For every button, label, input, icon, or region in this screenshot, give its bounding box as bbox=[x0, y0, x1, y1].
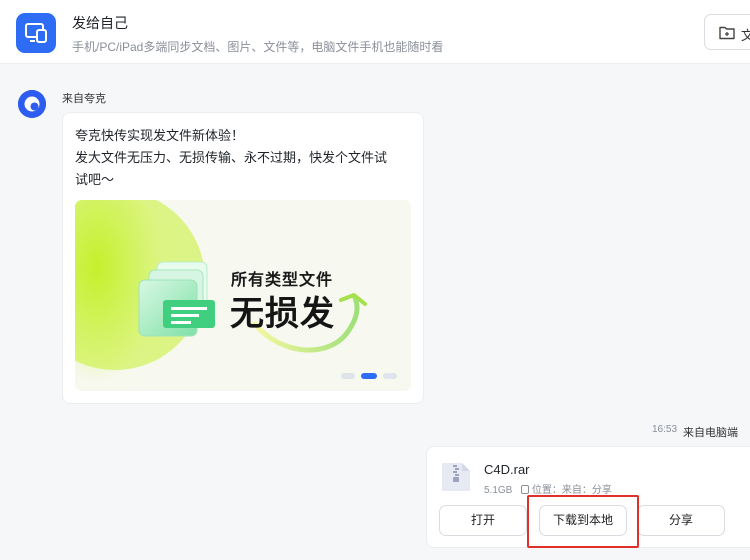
carousel-dot-active[interactable] bbox=[361, 373, 377, 379]
carousel-dots bbox=[341, 373, 401, 379]
page-title: 发给自己 bbox=[72, 15, 128, 31]
open-button[interactable]: 打开 bbox=[439, 505, 527, 536]
message-source: 来自电脑端 bbox=[683, 427, 738, 439]
file-name: C4D.rar bbox=[484, 462, 530, 477]
chat-header: 发给自己 手机/PC/iPad多端同步文档、图片、文件等，电脑文件手机也能随时看… bbox=[0, 0, 750, 64]
carousel-dot[interactable] bbox=[383, 373, 397, 379]
promo-banner[interactable]: 所有类型文件 无损发 bbox=[75, 200, 411, 391]
message-card: 夸克快传实现发文件新体验！ 发大文件无压力、无损传输、永不过期，快发个文件试 试… bbox=[62, 112, 424, 404]
device-sync-icon bbox=[16, 13, 56, 53]
page-subtitle: 手机/PC/iPad多端同步文档、图片、文件等，电脑文件手机也能随时看 bbox=[72, 40, 444, 54]
message-line-1: 夸克快传实现发文件新体验！ bbox=[75, 128, 245, 143]
files-button[interactable]: 文 bbox=[704, 14, 750, 50]
message-text: 夸克快传实现发文件新体验！ 发大文件无压力、无损传输、永不过期，快发个文件试 试… bbox=[75, 125, 415, 191]
banner-title-large: 无损发 bbox=[230, 295, 335, 333]
files-button-label: 文 bbox=[741, 28, 750, 43]
file-meta: 5.1GB 位置：来自：分享 bbox=[484, 481, 612, 496]
quark-avatar bbox=[18, 90, 46, 118]
quark-logo-icon bbox=[18, 90, 46, 118]
download-highlight-box bbox=[527, 495, 639, 548]
folder-icon bbox=[719, 26, 735, 40]
share-button[interactable]: 分享 bbox=[637, 505, 725, 536]
file-size: 5.1GB bbox=[484, 485, 513, 496]
message-line-2: 发大文件无压力、无损传输、永不过期，快发个文件试 bbox=[75, 150, 388, 165]
message-time: 16:53 bbox=[652, 424, 678, 435]
carousel-dot[interactable] bbox=[341, 373, 355, 379]
message-line-3: 试吧～ bbox=[75, 172, 115, 187]
archive-file-icon bbox=[442, 463, 470, 491]
location-icon bbox=[521, 485, 530, 494]
sender-name: 来自夸克 bbox=[62, 93, 106, 105]
